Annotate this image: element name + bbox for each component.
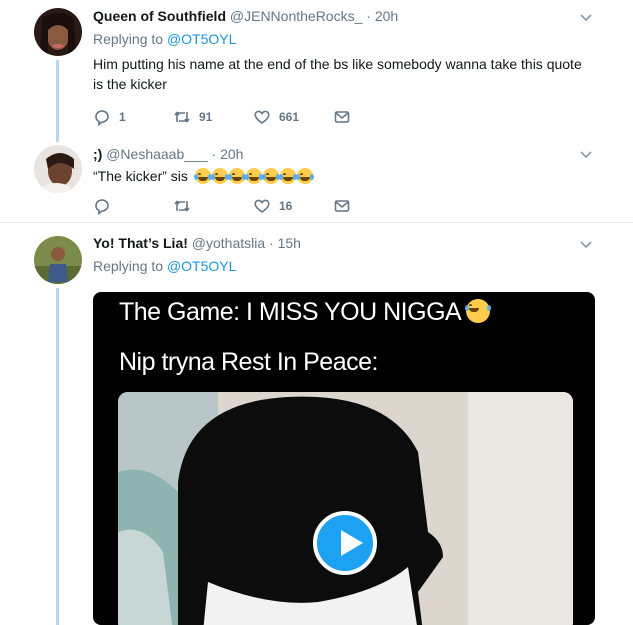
retweet-button[interactable] (173, 197, 253, 215)
tweet-header: Queen of Southfield @JENNontheRocks_ · 2… (93, 6, 593, 26)
tweet-queen-of-southfield[interactable]: Queen of Southfield @JENNontheRocks_ · 2… (0, 0, 633, 142)
tweet-header: ;) @Neshaaab___ · 20h (93, 144, 593, 164)
avatar[interactable] (34, 236, 82, 284)
retweet-icon (174, 111, 190, 123)
emoji-group (193, 168, 314, 184)
laughing-crying-emoji-icon (227, 168, 246, 184)
like-button[interactable]: 16 (253, 197, 333, 215)
replying-to: Replying to @OT5OYL (93, 29, 593, 49)
tweet-yothatslia[interactable]: Yo! That’s Lia! @yothatslia · 15h Replyi… (0, 223, 633, 625)
dm-button[interactable] (333, 197, 413, 215)
laughing-crying-emoji-icon (210, 168, 229, 184)
tweet-actions: 1 91 661 (93, 107, 413, 127)
tweet-text-row: “The kicker” sis (93, 166, 593, 186)
video-thumbnail (118, 392, 573, 625)
laughing-crying-emoji-icon (193, 168, 212, 184)
separator: · (269, 235, 274, 251)
mention-link[interactable]: @OT5OYL (167, 31, 236, 47)
media-caption-line-2: Nip tryna Rest In Peace: (119, 348, 378, 376)
thread-line (56, 60, 59, 142)
chevron-down-icon[interactable] (579, 11, 593, 25)
reply-icon (95, 110, 109, 126)
like-count: 16 (279, 199, 293, 213)
tweet-header: Yo! That’s Lia! @yothatslia · 15h (93, 233, 593, 253)
tweet-actions: 16 (93, 196, 413, 216)
mention-link[interactable]: @OT5OYL (167, 258, 236, 274)
laughing-crying-emoji-icon (278, 168, 297, 184)
heart-icon (254, 199, 270, 213)
avatar[interactable] (34, 8, 82, 56)
replying-prefix: Replying to (93, 31, 164, 47)
tweet-text: “The kicker” sis (93, 168, 188, 184)
thread-line (56, 288, 59, 625)
reply-icon (95, 199, 109, 215)
envelope-icon (334, 111, 350, 123)
reply-button[interactable]: 1 (93, 108, 173, 126)
user-handle[interactable]: @Neshaaab___ (106, 146, 207, 162)
reply-button[interactable] (93, 197, 173, 215)
laughing-crying-emoji-icon (261, 168, 280, 184)
chevron-down-icon[interactable] (579, 148, 593, 162)
timestamp[interactable]: 20h (220, 146, 243, 162)
heart-icon (254, 110, 270, 124)
media-caption-line-1: The Game: I MISS YOU NIGGA (119, 298, 492, 327)
timestamp[interactable]: 20h (375, 8, 398, 24)
separator: · (211, 146, 217, 162)
separator: · (366, 8, 371, 24)
sob-emoji-icon (465, 299, 492, 323)
like-count: 661 (279, 110, 300, 124)
display-name[interactable]: Queen of Southfield (93, 8, 226, 24)
replying-to: Replying to @OT5OYL (93, 256, 593, 276)
avatar[interactable] (34, 145, 82, 193)
tweet-neshaaab[interactable]: ;) @Neshaaab___ · 20h “The kicker” sis 1… (0, 142, 633, 222)
like-button[interactable]: 661 (253, 108, 333, 126)
dm-button[interactable] (333, 108, 413, 126)
laughing-crying-emoji-icon (244, 168, 263, 184)
envelope-icon (334, 200, 350, 212)
display-name[interactable]: Yo! That’s Lia! (93, 235, 188, 251)
play-icon[interactable] (313, 511, 377, 575)
user-handle[interactable]: @yothatslia (192, 235, 265, 251)
reply-count: 1 (119, 110, 126, 124)
retweet-count: 91 (199, 110, 213, 124)
replying-prefix: Replying to (93, 258, 164, 274)
video-media[interactable]: The Game: I MISS YOU NIGGA Nip tryna Res… (93, 292, 595, 625)
chevron-down-icon[interactable] (579, 238, 593, 252)
tweet-text: Him putting his name at the end of the b… (93, 56, 582, 92)
retweet-icon (174, 200, 190, 212)
sob-emoji-icon (295, 168, 314, 184)
user-handle[interactable]: @JENNontheRocks_ (230, 8, 363, 24)
timestamp[interactable]: 15h (278, 235, 301, 251)
display-name[interactable]: ;) (93, 146, 102, 162)
retweet-button[interactable]: 91 (173, 108, 253, 126)
